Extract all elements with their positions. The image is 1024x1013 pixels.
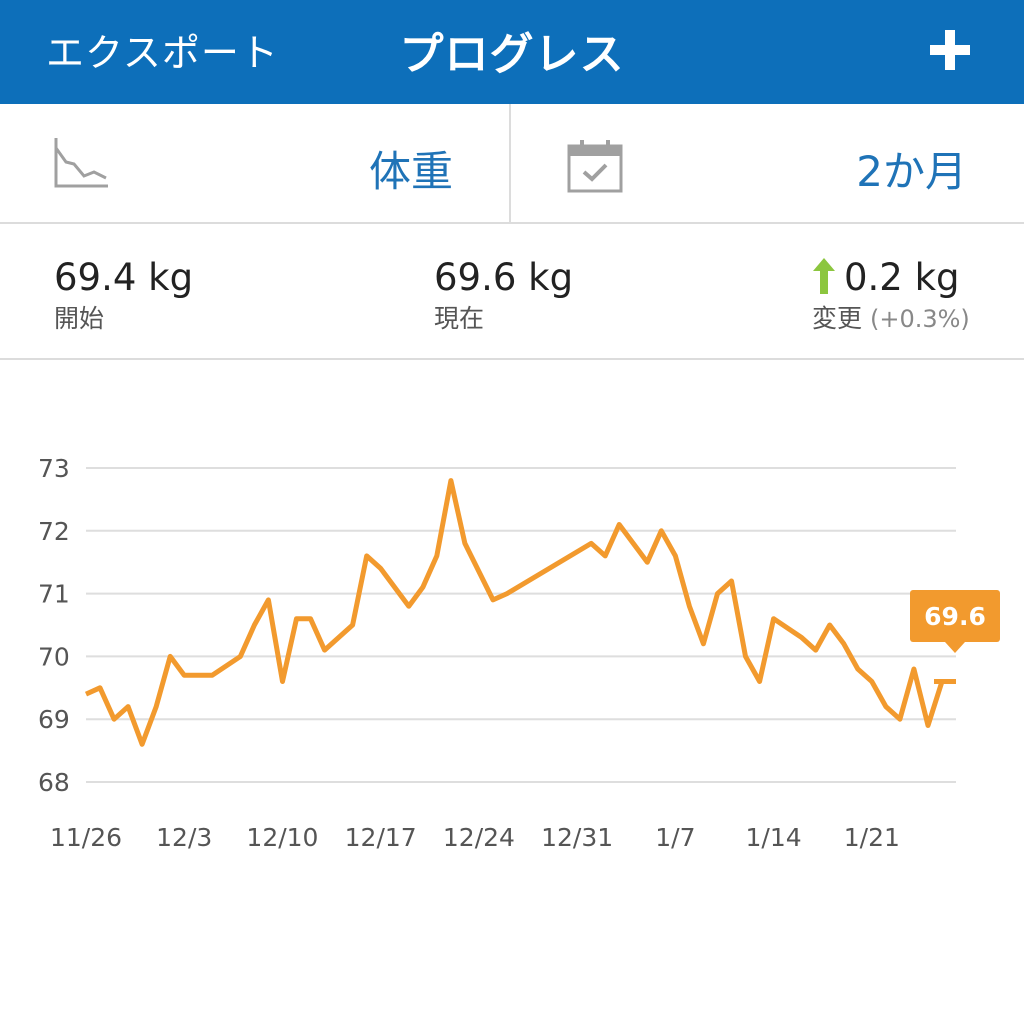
x-tick-label: 1/14 [746,823,802,852]
x-tick-label: 12/3 [156,823,212,852]
summary-row: 69.4 kg 開始 69.6 kg 現在 0.2 kg 変更 (+0.3%) [0,226,1024,360]
current-label: 現在 [434,304,485,333]
x-tick-label: 11/26 [50,823,122,852]
start-stat: 69.4 kg 開始 [54,254,193,336]
page-title: プログレス [399,29,625,80]
x-tick-label: 12/10 [246,823,318,852]
metric-selector[interactable]: 体重 [0,104,511,222]
change-weight: 0.2 kg [844,256,960,299]
y-tick-label: 69 [38,705,70,734]
metric-value: 体重 [368,147,453,196]
x-tick-label: 12/17 [345,823,417,852]
add-plus-icon[interactable] [928,28,972,72]
calendar-check-icon [567,140,623,193]
period-value: 2か月 [856,147,967,196]
x-tick-label: 12/24 [443,823,515,852]
trend-chart-icon [54,138,108,188]
y-tick-label: 70 [38,642,70,671]
y-tick-label: 72 [38,517,70,546]
current-weight: 69.6 kg [434,256,574,299]
weight-line-chart: 73 72 71 70 69 68 11/26 12/3 12/10 12/17 12/24 12/3… [38,454,1000,852]
change-stat: 0.2 kg 変更 (+0.3%) [812,254,970,336]
x-tick-label: 12/31 [541,823,613,852]
weight-chart: 73 72 71 70 69 68 11/26 12/3 12/10 12/17 12/24 12/3… [0,360,1024,1009]
x-tick-label: 1/7 [655,823,695,852]
app-header: エクスポート プログレス [0,0,1024,104]
arrow-up-icon [813,258,835,294]
y-tick-label: 73 [38,454,70,483]
filter-row: 体重 2か月 [0,104,1024,224]
y-tick-label: 68 [38,768,70,797]
y-tick-label: 71 [38,580,70,609]
start-weight: 69.4 kg [54,256,194,299]
callout-value: 69.6 [924,602,986,631]
current-stat: 69.6 kg 現在 [434,254,573,336]
callout-pointer [945,642,965,653]
change-label: 変更 [812,304,863,333]
start-label: 開始 [54,304,105,333]
x-tick-label: 1/21 [844,823,900,852]
change-percent: (+0.3%) [869,305,970,333]
period-selector[interactable]: 2か月 [512,104,1023,222]
weight-series-line [84,478,945,747]
